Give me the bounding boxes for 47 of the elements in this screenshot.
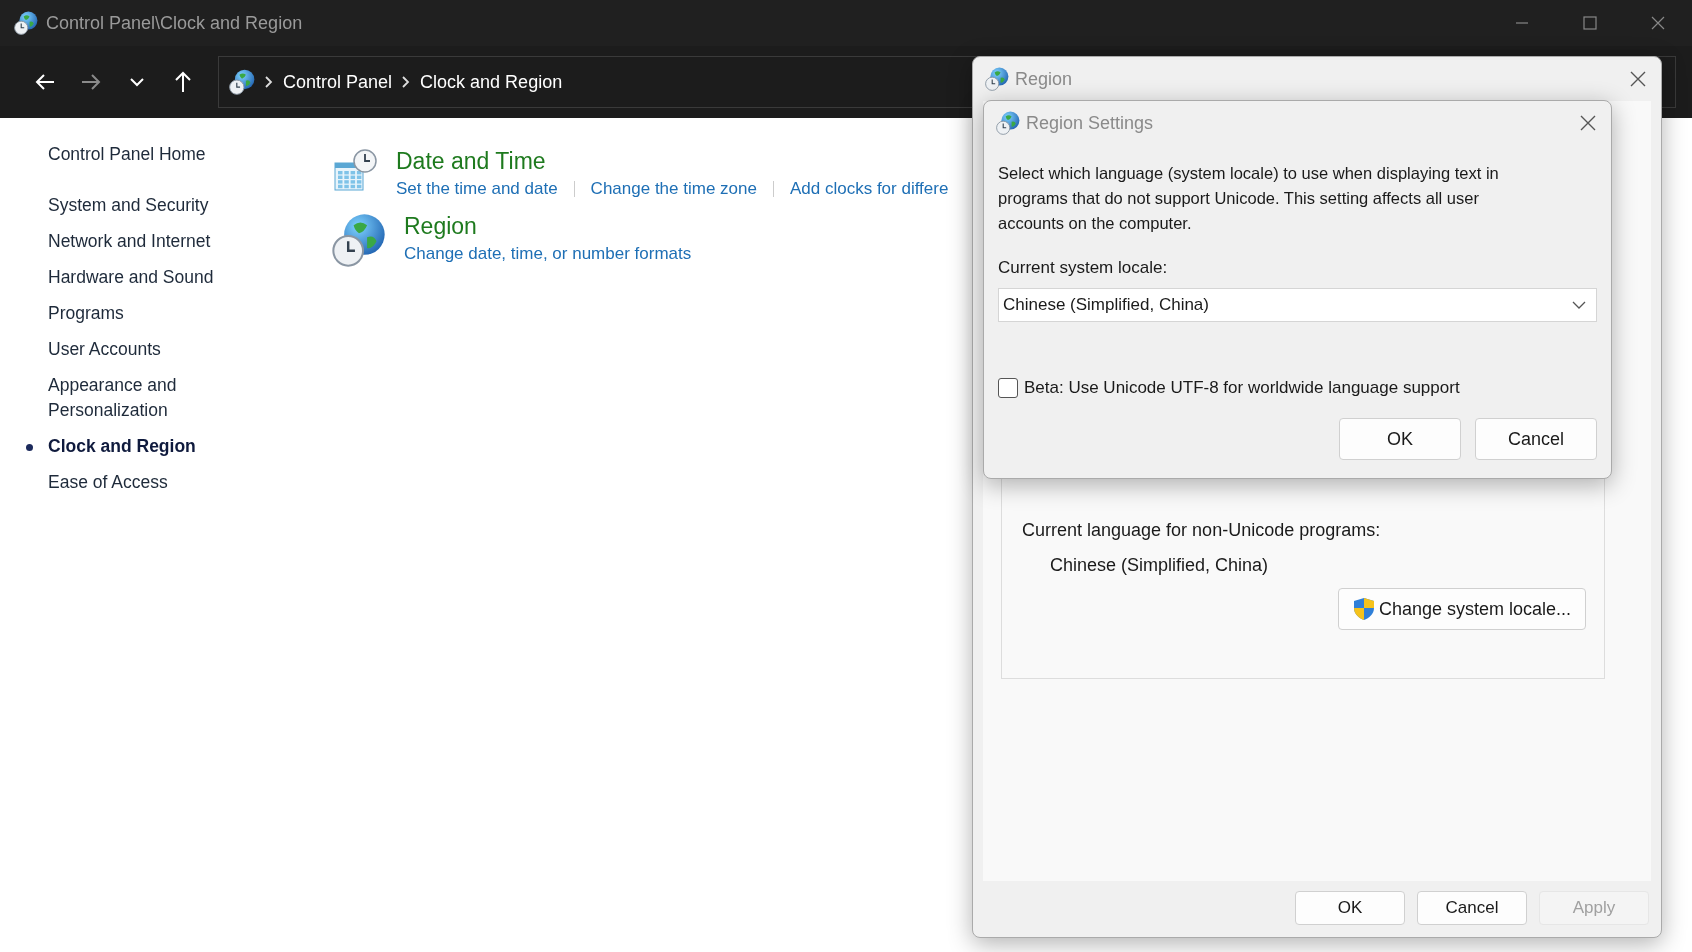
task-link[interactable]: Add clocks for differe — [789, 179, 949, 199]
task-link[interactable]: Change date, time, or number formats — [404, 244, 692, 264]
change-locale-button[interactable]: Change system locale... — [1338, 588, 1586, 630]
sidebar-item[interactable]: Network and Internet — [24, 229, 248, 254]
sidebar-item[interactable]: Programs — [24, 301, 248, 326]
field-label: Current language for non-Unicode programs: — [1022, 520, 1382, 541]
sidebar-item[interactable]: Control Panel Home — [24, 142, 248, 167]
description-text: Select which language (system locale) to use when displaying text in programs that do not support Unicode. This setting affects all user accounts on the computer. — [998, 163, 1500, 234]
current-language: Chinese (Simplified, China) — [1050, 555, 1270, 576]
location-icon — [229, 69, 255, 95]
sidebar-item[interactable]: Appearance and Personalization — [24, 373, 248, 423]
sidebar-item[interactable]: Ease of Access — [24, 470, 248, 495]
close-icon[interactable] — [1629, 70, 1647, 88]
region-icon — [985, 67, 1009, 91]
region-icon — [996, 111, 1020, 135]
category-title[interactable]: Region — [404, 213, 692, 240]
sidebar-item[interactable]: Hardware and Sound — [24, 265, 248, 290]
dialog-button[interactable]: Cancel — [1475, 418, 1597, 460]
checkbox[interactable] — [998, 378, 1018, 398]
control-panel-icon — [14, 11, 38, 35]
task-link[interactable]: Set the time and date — [396, 179, 558, 199]
chevron-down-icon — [1572, 301, 1586, 309]
chevron-down-icon[interactable] — [130, 77, 144, 87]
dialog-button[interactable]: Cancel — [1417, 891, 1527, 925]
globe-clock-icon — [332, 213, 386, 267]
checkbox-label[interactable]: Beta: Use Unicode UTF-8 for worldwide language support — [1024, 378, 1460, 398]
locale-dropdown[interactable]: Chinese (Simplified, China) — [998, 288, 1597, 322]
sidebar-item[interactable]: Clock and Region — [24, 434, 248, 459]
close-icon[interactable] — [1579, 114, 1597, 132]
shield-icon — [1352, 597, 1375, 621]
calendar-clock-icon — [332, 148, 378, 194]
category-title[interactable]: Date and Time — [396, 148, 949, 175]
up-arrow-icon[interactable] — [174, 71, 192, 93]
breadcrumb-item[interactable]: Clock and Region — [420, 71, 563, 93]
dialog-button[interactable]: OK — [1339, 418, 1461, 460]
back-arrow-icon[interactable] — [35, 73, 55, 91]
sidebar-item[interactable]: User Accounts — [24, 337, 248, 362]
window-title: Control Panel\Clock and Region — [46, 12, 303, 34]
task-link[interactable]: Change the time zone — [590, 179, 757, 199]
sidebar-item[interactable]: System and Security — [24, 193, 248, 218]
chevron-right-icon — [402, 76, 411, 88]
breadcrumb-item[interactable]: Control Panel — [283, 71, 393, 93]
field-label: Current system locale: — [998, 258, 1169, 278]
dialog-title: Region Settings — [1026, 112, 1154, 134]
chevron-right-icon — [265, 76, 273, 88]
dialog-title: Region — [1015, 68, 1073, 90]
dialog-button[interactable]: OK — [1295, 891, 1405, 925]
